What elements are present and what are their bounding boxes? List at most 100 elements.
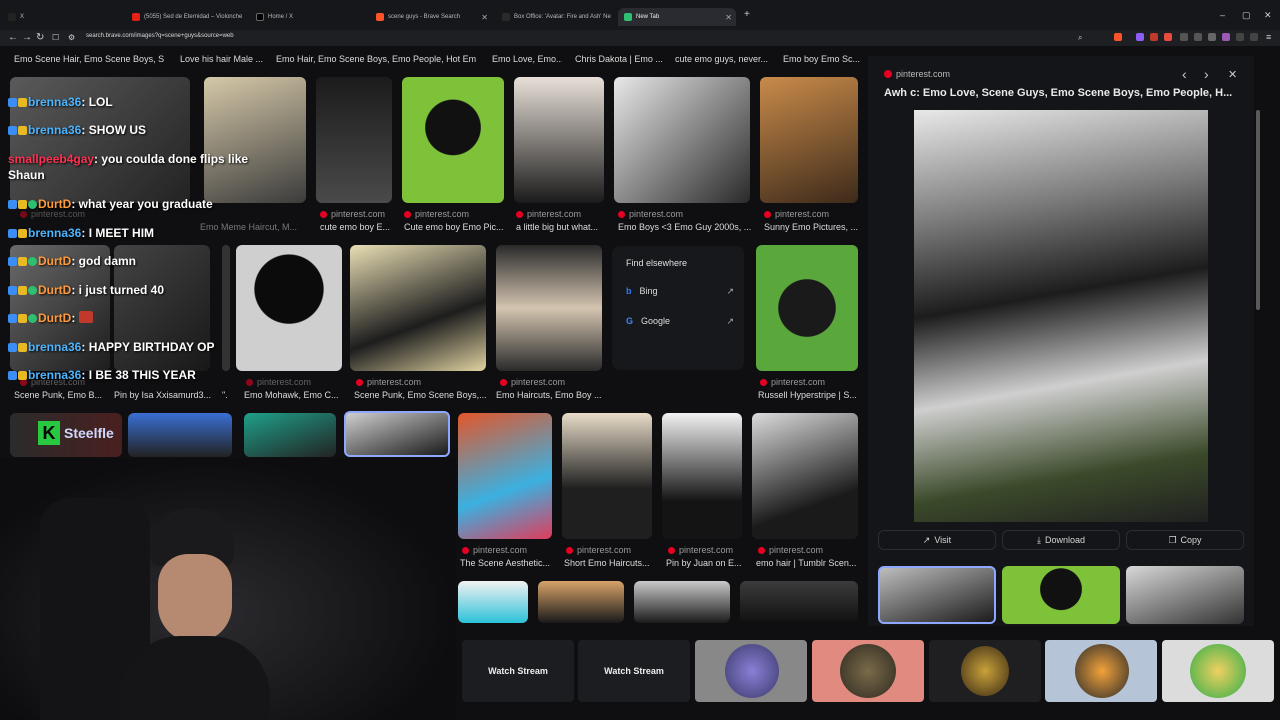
result-caption[interactable]: Scene Punk, Emo B... xyxy=(14,390,114,400)
result-source[interactable]: pinterest.com xyxy=(516,209,581,219)
forward-icon[interactable]: → xyxy=(22,32,32,43)
result-source[interactable]: pinterest.com xyxy=(404,209,469,219)
result-source[interactable]: pinterest.com xyxy=(500,377,565,387)
zoom-icon[interactable]: ⌕ xyxy=(1078,33,1082,43)
result-caption[interactable]: Emo Boys <3 Emo Guy 2000s, ... xyxy=(618,222,752,232)
detail-source[interactable]: pinterest.com xyxy=(884,69,950,79)
back-icon[interactable]: ← xyxy=(8,32,18,43)
bookmark-icon[interactable]: ☐ xyxy=(52,33,59,42)
extension-icon[interactable] xyxy=(1180,33,1188,41)
tab-brave-search[interactable]: scene guys - Brave Search ✕ xyxy=(370,8,492,26)
result-source[interactable]: pinterest.com xyxy=(758,545,823,555)
result-source[interactable]: pinterest.com xyxy=(760,377,825,387)
visit-button[interactable]: ↗ Visit xyxy=(878,530,996,550)
result-image[interactable] xyxy=(562,413,652,539)
detail-image[interactable] xyxy=(914,110,1208,522)
result-source[interactable]: pinterest.com xyxy=(764,209,829,219)
result-caption[interactable]: Emo Love, Emo... xyxy=(492,54,562,64)
result-image[interactable] xyxy=(128,413,232,457)
download-button[interactable]: ⤓ Download xyxy=(1002,530,1120,550)
result-source[interactable]: pinterest.com xyxy=(246,377,311,387)
result-source[interactable]: pinterest.com xyxy=(618,209,683,219)
result-caption[interactable]: Russell Hyperstripe | S... xyxy=(758,390,858,400)
result-image[interactable] xyxy=(244,413,336,457)
result-caption[interactable]: The Scene Aesthetic... xyxy=(460,558,556,568)
extension-icon[interactable] xyxy=(1222,33,1230,41)
stream-avatar[interactable] xyxy=(1045,640,1157,702)
result-image[interactable] xyxy=(760,77,858,203)
result-image[interactable] xyxy=(614,77,750,203)
bing-option[interactable]: b Bing ↗ xyxy=(626,284,734,298)
result-image[interactable] xyxy=(740,581,858,623)
result-image[interactable] xyxy=(458,413,552,539)
result-image[interactable] xyxy=(236,245,342,371)
maximize-button[interactable]: ▢ xyxy=(1242,10,1251,21)
related-image[interactable] xyxy=(1126,566,1244,624)
result-image[interactable] xyxy=(222,245,230,371)
stream-avatar[interactable] xyxy=(929,640,1041,702)
watch-stream-button[interactable]: Watch Stream xyxy=(462,640,574,702)
reload-icon[interactable]: ↻ xyxy=(36,32,44,43)
result-image[interactable] xyxy=(316,77,392,203)
result-caption[interactable]: Cute emo boy Emo Pic... xyxy=(404,222,504,232)
result-image[interactable]: K Steelfle xyxy=(10,413,122,457)
brave-shields-icon[interactable] xyxy=(1114,33,1122,41)
result-caption[interactable]: emo hair | Tumblr Scen... xyxy=(756,558,860,568)
result-caption[interactable]: Emo Haircuts, Emo Boy ... xyxy=(496,390,602,400)
result-caption[interactable]: Emo Meme Haircut, M... xyxy=(200,222,310,232)
result-source[interactable]: pinterest.com xyxy=(320,209,385,219)
tab-new-tab[interactable]: New Tab ✕ xyxy=(618,8,736,26)
result-image[interactable] xyxy=(538,581,624,623)
result-caption[interactable]: a little big but what... xyxy=(516,222,606,232)
result-caption[interactable]: Scene Punk, Emo Scene Boys,... xyxy=(354,390,488,400)
selected-result-image[interactable] xyxy=(344,411,450,457)
result-caption[interactable]: Emo Scene Hair, Emo Scene Boys, S... xyxy=(14,54,164,64)
close-tab-icon[interactable]: ✕ xyxy=(725,13,732,22)
copy-button[interactable]: ❐ Copy xyxy=(1126,530,1244,550)
result-caption[interactable]: Love his hair Male ... xyxy=(180,54,270,64)
result-caption[interactable]: Chris Dakota | Emo ... xyxy=(575,54,665,64)
minimize-button[interactable]: – xyxy=(1220,10,1225,20)
watch-stream-button[interactable]: Watch Stream xyxy=(578,640,690,702)
menu-icon[interactable]: ≡ xyxy=(1266,32,1271,42)
previous-image-button[interactable]: ‹ xyxy=(1182,66,1187,82)
extension-icon[interactable] xyxy=(1194,33,1202,41)
close-tab-icon[interactable]: ✕ xyxy=(481,13,488,22)
result-image[interactable] xyxy=(514,77,604,203)
result-image[interactable] xyxy=(752,413,858,539)
address-input[interactable]: search.brave.com/images?q=scene+guys&sou… xyxy=(86,33,234,39)
stream-tile[interactable]: Watch Stream xyxy=(462,640,574,702)
result-image[interactable] xyxy=(662,413,742,539)
result-image[interactable] xyxy=(350,245,486,371)
profile-icon[interactable] xyxy=(1250,33,1258,41)
new-tab-button[interactable]: + xyxy=(744,9,750,20)
detail-title[interactable]: Awh c: Emo Love, Scene Guys, Emo Scene B… xyxy=(884,87,1246,99)
google-option[interactable]: G Google ↗ xyxy=(626,314,734,328)
extension-icon[interactable] xyxy=(1136,33,1144,41)
next-image-button[interactable]: › xyxy=(1204,66,1209,82)
sidebar-icon[interactable] xyxy=(1236,33,1244,41)
result-caption[interactable]: Pin by Juan on E... xyxy=(666,558,748,568)
tab-youtube[interactable]: (5055) Sed de Eternidad – Violonche xyxy=(126,8,246,26)
result-image[interactable] xyxy=(634,581,730,623)
result-image[interactable] xyxy=(204,77,306,203)
stream-avatar[interactable] xyxy=(812,640,924,702)
result-caption[interactable]: Pin by Isa Xxisamurd3... xyxy=(114,390,218,400)
result-image[interactable] xyxy=(756,245,858,371)
result-source[interactable]: pinterest.com xyxy=(668,545,733,555)
extension-icon[interactable] xyxy=(1150,33,1158,41)
result-caption[interactable]: Emo boy Emo Sc... xyxy=(783,54,863,64)
tab-home-x[interactable]: Home / X xyxy=(250,8,368,26)
result-source[interactable]: pinterest.com xyxy=(566,545,631,555)
stream-avatar[interactable] xyxy=(1162,640,1274,702)
site-info-icon[interactable]: ⚙ xyxy=(68,33,75,42)
tab-x[interactable]: X xyxy=(2,8,122,26)
extension-icon[interactable] xyxy=(1164,33,1172,41)
result-source[interactable]: pinterest.com xyxy=(462,545,527,555)
result-source[interactable]: pinterest.com xyxy=(356,377,421,387)
result-image[interactable] xyxy=(496,245,602,371)
close-window-button[interactable]: ✕ xyxy=(1264,10,1272,21)
related-image[interactable] xyxy=(1002,566,1120,624)
result-caption[interactable]: ". xyxy=(222,390,236,400)
extension-icon[interactable] xyxy=(1208,33,1216,41)
